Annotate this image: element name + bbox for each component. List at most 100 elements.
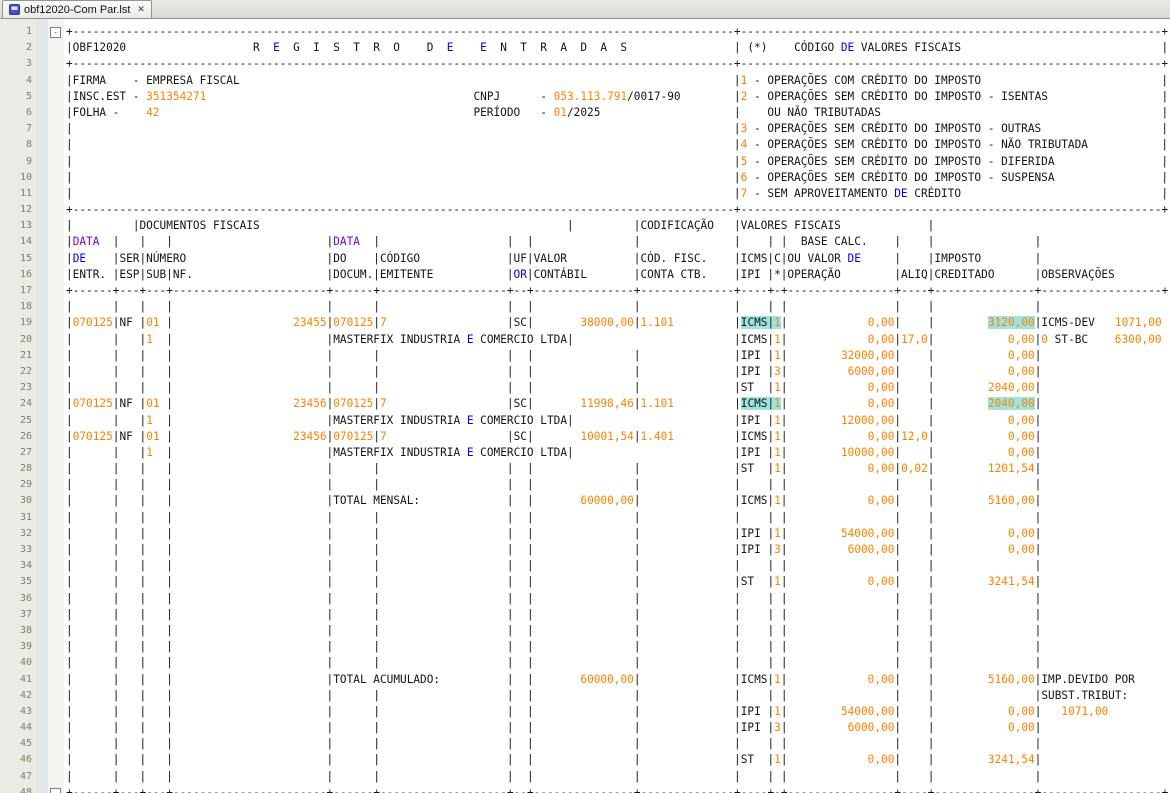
- file-icon: [9, 4, 20, 15]
- code-line[interactable]: | | | | | | | | | | | | | | |: [66, 299, 1170, 315]
- code-line[interactable]: | |DOCUMENTOS FISCAIS | |CODIFICAÇÃO |VA…: [66, 218, 1170, 234]
- code-line[interactable]: | | | | | | | | | | | | | | |: [66, 655, 1170, 671]
- line-number: 5: [25, 90, 32, 102]
- tab-obf12020[interactable]: obf12020-Com Par.lst ✕: [2, 0, 152, 18]
- line-number: 16: [19, 268, 32, 280]
- code-line[interactable]: | | | | | | | | | |IPI |1| 54000,00| | 0…: [66, 526, 1170, 542]
- code-line[interactable]: |070125|NF |01 | 23456|070125|7 |SC| 119…: [66, 396, 1170, 412]
- code-line[interactable]: | | | | | | | | | | | | | | |: [66, 623, 1170, 639]
- code-line[interactable]: |070125|NF |01 | 23456|070125|7 |SC| 100…: [66, 429, 1170, 445]
- line-number: 6: [25, 106, 32, 118]
- code-line[interactable]: | | |1 | |MASTERFIX INDUSTRIA E COMERCIO…: [66, 413, 1170, 429]
- code-line[interactable]: | | | | | | | | | | | | | | |: [66, 769, 1170, 785]
- line-number: 47: [19, 770, 32, 782]
- code-line[interactable]: |DATA | | | |DATA | | | | | | | BASE CAL…: [66, 234, 1170, 250]
- line-number: 9: [25, 155, 32, 167]
- code-line[interactable]: |ENTR. |ESP|SUB|NF. |DOCUM.|EMITENTE |OR…: [66, 267, 1170, 283]
- code-line[interactable]: |FIRMA - EMPRESA FISCAL |1 - OPERAÇÕES C…: [66, 73, 1170, 89]
- line-number: 45: [19, 738, 32, 750]
- code-line[interactable]: |FOLHA - 42 PERÍODO - 01/2025 | OU NÃO T…: [66, 105, 1170, 121]
- close-icon[interactable]: ✕: [137, 5, 145, 14]
- code-line[interactable]: +------+---+---+-----------------------+…: [66, 283, 1170, 299]
- code-line[interactable]: | | | | | | | | | |ST |1| 0,00| | 3241,5…: [66, 574, 1170, 590]
- code-line[interactable]: | | | | | | | | | | | | | | |: [66, 591, 1170, 607]
- line-number: 4: [25, 74, 32, 86]
- line-number: 2: [25, 42, 32, 54]
- line-number: 11: [19, 187, 32, 199]
- line-number: 48: [19, 786, 32, 793]
- code-line[interactable]: | | | | |TOTAL ACUMULADO: | | 60000,00| …: [66, 672, 1170, 688]
- code-line[interactable]: +---------------------------------------…: [66, 56, 1170, 72]
- line-number: 35: [19, 576, 32, 588]
- line-number: 36: [19, 592, 32, 604]
- line-number: 29: [19, 479, 32, 491]
- line-number: 44: [19, 722, 32, 734]
- tab-bar: obf12020-Com Par.lst ✕: [0, 0, 1170, 19]
- line-number: 30: [19, 495, 32, 507]
- line-number: 15: [19, 252, 32, 264]
- line-number: 25: [19, 414, 32, 426]
- line-number: 31: [19, 511, 32, 523]
- line-number: 21: [19, 349, 32, 361]
- line-number: 37: [19, 608, 32, 620]
- code-line[interactable]: | | | | | | | | | | | | | | |: [66, 558, 1170, 574]
- line-number: 7: [25, 123, 32, 135]
- code-line[interactable]: | |6 - OPERAÇÕES SEM CRÉDITO DO IMPOSTO …: [66, 170, 1170, 186]
- code-line[interactable]: |070125|NF |01 | 23455|070125|7 |SC| 380…: [66, 315, 1170, 331]
- code-line[interactable]: | | | | | | | | | |IPI |3| 6000,00| | 0,…: [66, 364, 1170, 380]
- line-number: 10: [19, 171, 32, 183]
- editor: 1 2 3 4 5 6 7 8 9 10 11 12 13 14 15 16 17 18 19 20 21 22 23 24 2…: [0, 19, 1170, 793]
- code-line[interactable]: | | | | | | | | | |ST |1| 0,00|0,02| 120…: [66, 461, 1170, 477]
- code-line[interactable]: | | | | | | | | | | | | | | |: [66, 477, 1170, 493]
- code-line[interactable]: | | | | | | | | | |IPI |1| 54000,00| | 0…: [66, 704, 1170, 720]
- code-line[interactable]: | | | | | | | | | |IPI |3| 6000,00| | 0,…: [66, 542, 1170, 558]
- line-number: 12: [19, 204, 32, 216]
- code-line[interactable]: | |4 - OPERAÇÕES SEM CRÉDITO DO IMPOSTO …: [66, 137, 1170, 153]
- line-number: 22: [19, 365, 32, 377]
- code-line[interactable]: | | |1 | |MASTERFIX INDUSTRIA E COMERCIO…: [66, 332, 1170, 348]
- line-number: 28: [19, 463, 32, 475]
- tab-title: obf12020-Com Par.lst: [24, 3, 131, 16]
- text-area[interactable]: +---------------------------------------…: [64, 19, 1170, 793]
- bookmark-margin: [36, 19, 48, 793]
- line-number: 34: [19, 560, 32, 572]
- code-line[interactable]: | | |1 | |MASTERFIX INDUSTRIA E COMERCIO…: [66, 445, 1170, 461]
- code-line[interactable]: | | | | | | | | | | | | | | |SUBST.TRIBU…: [66, 688, 1170, 704]
- code-line[interactable]: | |3 - OPERAÇÕES SEM CRÉDITO DO IMPOSTO …: [66, 121, 1170, 137]
- code-line[interactable]: | | | | | | | | | |ST |1| 0,00| | 2040,0…: [66, 380, 1170, 396]
- code-line[interactable]: | |5 - OPERAÇÕES SEM CRÉDITO DO IMPOSTO …: [66, 154, 1170, 170]
- line-number: 17: [19, 285, 32, 296]
- line-number: 38: [19, 624, 32, 636]
- code-line[interactable]: | | | | | | | | | | | | | | |: [66, 510, 1170, 526]
- code-line[interactable]: | |7 - SEM APROVEITAMENTO DE CRÉDITO |: [66, 186, 1170, 202]
- notepadpp-window: obf12020-Com Par.lst ✕ 1 2 3 4 5 6 7 8 9 10 11 12 13…: [0, 0, 1170, 793]
- line-number: 24: [19, 398, 32, 410]
- line-number: 40: [19, 657, 32, 669]
- code-line[interactable]: |OBF12020 R E G I S T R O D E E N T R A …: [66, 40, 1170, 56]
- code-line[interactable]: +---------------------------------------…: [66, 202, 1170, 218]
- code-line[interactable]: | | | | | | | | | | | | | | |: [66, 736, 1170, 752]
- line-number: 26: [19, 430, 32, 442]
- code-line[interactable]: | | | | | | | | | |IPI |3| 6000,00| | 0,…: [66, 720, 1170, 736]
- line-number: 23: [19, 382, 32, 394]
- line-number: 33: [19, 544, 32, 555]
- line-number: 3: [25, 58, 32, 70]
- code-line[interactable]: |INSC.EST - 351354271 CNPJ - 053.113.791…: [66, 89, 1170, 105]
- fold-collapse-icon[interactable]: -: [50, 26, 61, 38]
- code-line[interactable]: +---------------------------------------…: [66, 24, 1170, 40]
- code-line[interactable]: |DE |SER|NÚMERO |DO |CÓDIGO |UF|VALOR |C…: [66, 251, 1170, 267]
- line-number: 20: [19, 333, 32, 345]
- code-line[interactable]: +------+---+---+-----------------------+…: [66, 785, 1170, 793]
- fold-collapse-icon[interactable]: -: [50, 787, 61, 793]
- code-line[interactable]: | | | | | | | | | | | | | | |: [66, 607, 1170, 623]
- code-line[interactable]: | | | | |TOTAL MENSAL: | | 60000,00| |IC…: [66, 493, 1170, 509]
- line-number: 46: [19, 754, 32, 766]
- code-line[interactable]: | | | | | | | | | | | | | | |: [66, 639, 1170, 655]
- line-number: 19: [19, 317, 32, 329]
- code-line[interactable]: | | | | | | | | | |ST |1| 0,00| | 3241,5…: [66, 752, 1170, 768]
- code-line[interactable]: | | | | | | | | | |IPI |1| 32000,00| | 0…: [66, 348, 1170, 364]
- line-number: 39: [19, 641, 32, 653]
- line-number: 13: [19, 220, 32, 232]
- line-number: 27: [19, 446, 32, 458]
- line-number: 41: [19, 673, 32, 685]
